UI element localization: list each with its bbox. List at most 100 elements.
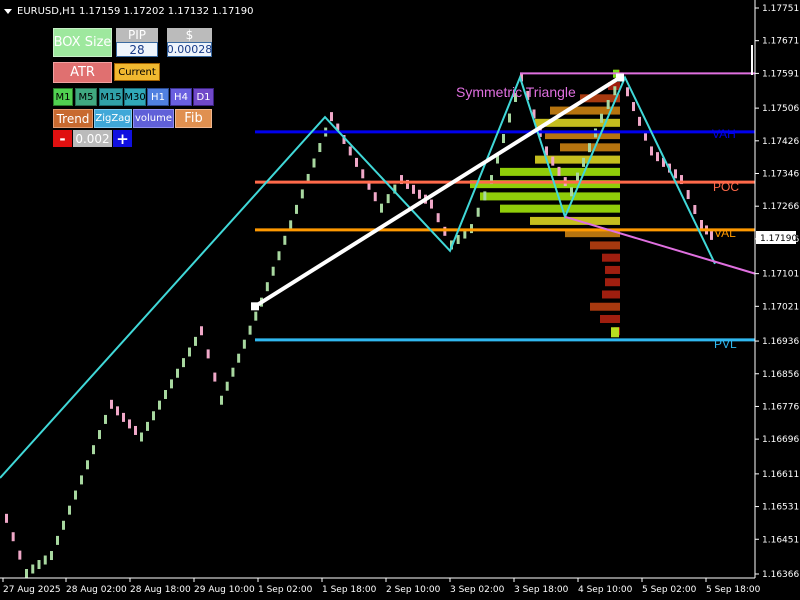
ohlc-open: 1.17159: [79, 5, 121, 17]
renko-box: [74, 490, 77, 500]
y-tick-label: 1.16776: [762, 402, 799, 412]
vah-label: VAH: [712, 127, 736, 141]
renko-box: [693, 205, 697, 215]
renko-box: [146, 421, 149, 431]
zigzag-button[interactable]: ZigZag: [94, 109, 132, 128]
current-price-tag: 1.17190: [756, 231, 797, 244]
renko-box: [158, 400, 161, 410]
renko-box: [436, 213, 440, 223]
tf-m5-button[interactable]: M5: [75, 88, 97, 106]
renko-box: [5, 513, 8, 523]
x-tick-label: 3 Sep 02:00: [450, 585, 505, 595]
renko-box: [576, 172, 579, 182]
renko-box: [295, 204, 298, 214]
volume-profile: [470, 69, 620, 338]
renko-box: [182, 358, 185, 368]
renko-box: [361, 169, 365, 179]
chevron-down-icon[interactable]: [4, 8, 12, 14]
renko-box: [248, 325, 252, 335]
current-button[interactable]: Current: [114, 63, 160, 81]
volume-button[interactable]: volume: [133, 109, 174, 128]
renko-box: [386, 194, 390, 204]
renko-box: [206, 349, 210, 359]
fib-button[interactable]: Fib: [175, 109, 212, 128]
renko-box: [557, 166, 561, 176]
y-tick-label: 1.17101: [762, 270, 799, 280]
renko-box: [318, 143, 322, 153]
tf-m15-button[interactable]: M15: [99, 88, 123, 106]
renko-box: [483, 191, 487, 201]
renko-box: [128, 419, 131, 429]
renko-box: [508, 113, 511, 123]
renko-box: [25, 569, 28, 578]
x-tick-label: 5 Sep 02:00: [642, 585, 697, 595]
y-tick-label: 1.16611: [762, 470, 799, 480]
renko-box: [220, 395, 223, 405]
level-lines: [255, 130, 755, 342]
pip-label: PIP: [116, 28, 158, 42]
y-tick-label: 1.17021: [762, 302, 799, 312]
y-tick-label: 1.17591: [762, 69, 799, 79]
renko-box: [231, 367, 235, 377]
tf-h1-button[interactable]: H1: [147, 88, 169, 106]
renko-box: [50, 551, 53, 561]
y-tick-label: 1.16531: [762, 503, 799, 513]
renko-box: [242, 339, 246, 349]
y-tick-label: 1.16856: [762, 370, 799, 380]
step-input[interactable]: 0.002: [73, 130, 112, 147]
pip-input[interactable]: 28: [116, 42, 158, 57]
chart-header: EURUSD,H1 1.17159 1.17202 1.17132 1.1719…: [4, 4, 253, 18]
renko-box: [237, 353, 241, 363]
trend-line-handle-end: [616, 73, 624, 82]
volume-profile-bar: [590, 302, 620, 311]
dollar-label: $: [167, 28, 212, 42]
renko-box: [37, 560, 41, 570]
trend-line-handle-start: [251, 302, 259, 311]
y-tick-label: 1.17266: [762, 202, 799, 212]
decrease-step-button[interactable]: -: [53, 130, 72, 147]
renko-box: [638, 116, 641, 126]
renko-box: [551, 156, 555, 166]
renko-box: [68, 505, 71, 515]
x-tick-label: 28 Aug 02:00: [66, 585, 127, 595]
x-tick-label: 3 Sep 18:00: [514, 585, 569, 595]
dollar-input[interactable]: 0.00028: [167, 42, 212, 57]
tf-h4-button[interactable]: H4: [170, 88, 192, 106]
renko-box: [62, 520, 65, 530]
increase-step-button[interactable]: +: [113, 130, 132, 147]
y-tick-label: 1.17671: [762, 37, 799, 47]
renko-box: [710, 230, 713, 240]
tf-m30-button[interactable]: M30: [124, 88, 146, 106]
renko-box: [80, 475, 83, 485]
tf-m1-button[interactable]: M1: [53, 88, 73, 106]
x-tick-label: 1 Sep 18:00: [322, 585, 377, 595]
y-tick-label: 1.17751: [762, 4, 799, 14]
renko-box: [188, 347, 191, 357]
volume-profile-bar: [605, 278, 620, 287]
renko-box: [348, 146, 352, 156]
ohlc-high: 1.17202: [123, 5, 165, 17]
profile-bottom-marker: [611, 327, 619, 338]
tf-d1-button[interactable]: D1: [193, 88, 214, 106]
atr-button[interactable]: ATR: [53, 62, 112, 83]
box-size-button[interactable]: BOX Size: [53, 28, 112, 57]
y-tick-label: 1.16696: [762, 435, 799, 445]
renko-box: [200, 326, 203, 336]
renko-box: [86, 460, 89, 470]
trend-button[interactable]: Trend: [53, 109, 93, 128]
renko-box: [265, 282, 269, 292]
renko-box: [373, 192, 377, 202]
renko-box: [134, 425, 137, 435]
renko-box: [456, 234, 460, 244]
renko-box: [170, 379, 173, 389]
renko-box: [140, 432, 143, 442]
renko-box: [18, 550, 22, 560]
renko-box: [176, 368, 179, 378]
ohlc-low: 1.17132: [167, 5, 210, 17]
renko-box: [330, 112, 333, 122]
renko-box: [225, 381, 229, 391]
x-tick-label: 5 Sep 18:00: [706, 585, 761, 595]
renko-box: [588, 143, 591, 153]
renko-box: [674, 169, 677, 179]
poc-label: POC: [713, 180, 739, 194]
